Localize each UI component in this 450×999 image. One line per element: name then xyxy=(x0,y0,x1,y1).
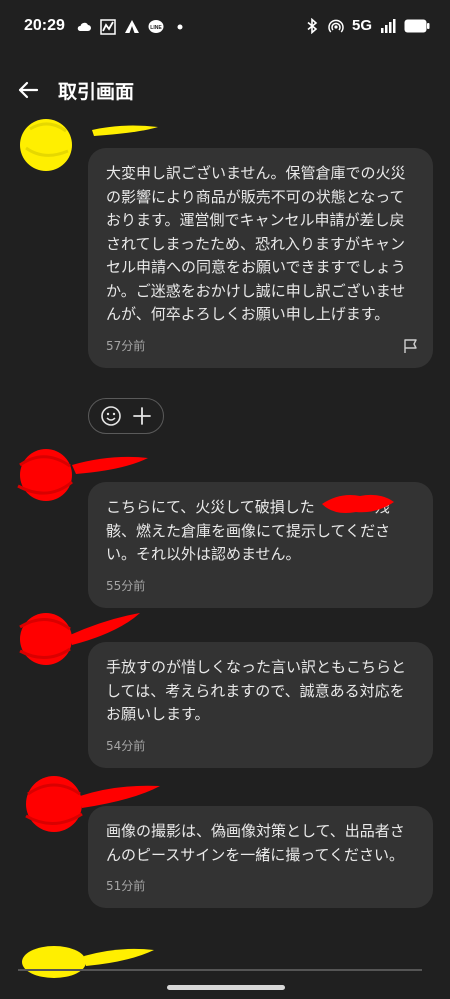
app-header: 取引画面 xyxy=(0,64,450,114)
cloud-icon xyxy=(77,22,91,31)
notification-icons: LINE xyxy=(76,19,188,35)
redaction-mark xyxy=(322,494,394,513)
dot-icon xyxy=(177,24,183,30)
message-text: 手放すのが惜しくなった言い訳ともこちらとしては、考えられますので、誠意ある対応を… xyxy=(106,658,407,723)
message-bubble: 画像の撮影は、偽画像対策として、出品者さんのピースサインを一緒に撮ってください。… xyxy=(88,806,433,908)
message-text: 大変申し訳ございません。保管倉庫での火災の影響により商品が販売不可の状態となって… xyxy=(106,164,406,323)
reaction-bar xyxy=(88,398,164,434)
back-button[interactable] xyxy=(12,74,44,106)
message-bubble: 大変申し訳ございません。保管倉庫での火災の影響により商品が販売不可の状態となって… xyxy=(88,148,433,368)
message-time: 54分前 xyxy=(106,738,146,753)
status-bar: 20:29 LINE 5G xyxy=(0,0,450,58)
home-indicator[interactable] xyxy=(167,985,285,990)
arrow-left-icon xyxy=(18,81,39,99)
tent-icon xyxy=(125,20,139,33)
message-bubble: 手放すのが惜しくなった言い訳ともこちらとしては、考えられますので、誠意ある対応を… xyxy=(88,642,433,768)
system-icons: 5G xyxy=(304,17,430,34)
chart-icon xyxy=(100,19,116,35)
message-time: 57分前 xyxy=(106,338,146,353)
signal-icon xyxy=(381,18,396,33)
network-label: 5G xyxy=(351,17,372,34)
message-time: 51分前 xyxy=(106,879,146,893)
line-app-icon: LINE xyxy=(148,20,164,33)
hotspot-icon xyxy=(328,19,344,33)
page-title: 取引画面 xyxy=(58,81,135,103)
plus-icon[interactable] xyxy=(131,405,153,427)
message-time: 55分前 xyxy=(106,578,146,593)
bluetooth-icon xyxy=(307,17,318,34)
svg-text:LINE: LINE xyxy=(150,25,162,31)
message-text: 画像の撮影は、偽画像対策として、出品者さんのピースサインを一緒に撮ってください。 xyxy=(106,822,405,864)
battery-icon xyxy=(404,19,430,32)
flag-icon[interactable] xyxy=(403,338,419,354)
avatar xyxy=(22,946,154,978)
status-time: 20:29 xyxy=(24,17,65,34)
bottom-divider xyxy=(18,969,422,971)
emoji-icon[interactable] xyxy=(100,405,122,427)
